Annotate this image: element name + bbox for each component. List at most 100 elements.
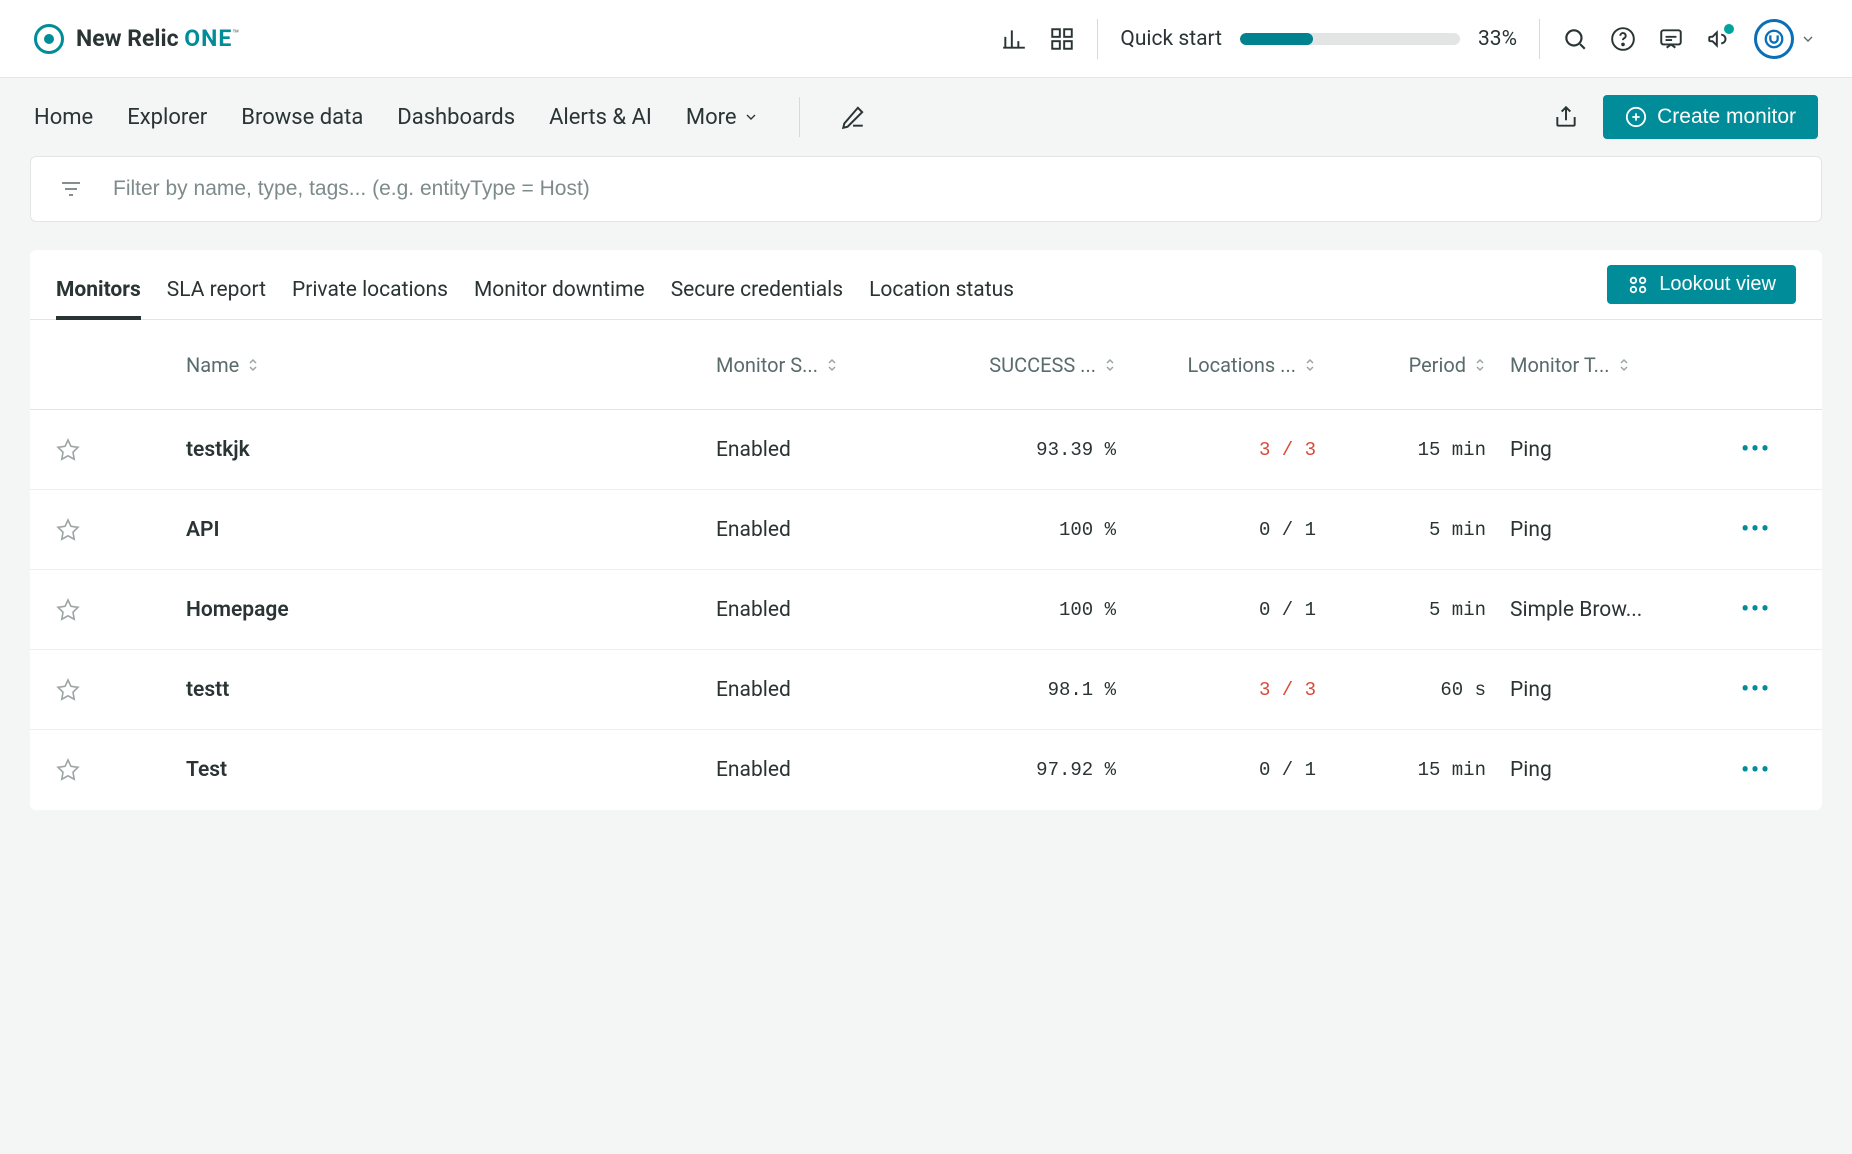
progress-text: 33% — [1478, 27, 1517, 51]
logo-text: New Relic ONE™ — [76, 25, 239, 52]
sort-icon — [247, 358, 259, 372]
monitor-period: 15 min — [1316, 759, 1486, 781]
monitor-name[interactable]: Homepage — [186, 598, 716, 622]
tab-sla-report[interactable]: SLA report — [167, 278, 266, 320]
monitor-name[interactable]: testkjk — [186, 438, 716, 462]
grid-icon[interactable] — [1049, 26, 1075, 52]
th-period[interactable]: Period — [1316, 353, 1486, 377]
sort-icon — [1104, 358, 1116, 372]
table-row[interactable]: API Enabled 100 % 0 / 1 5 min Ping ••• — [30, 490, 1822, 570]
monitor-locations: 0 / 1 — [1116, 519, 1316, 541]
tab-private-locations[interactable]: Private locations — [292, 278, 448, 320]
progress-fill — [1240, 33, 1313, 45]
monitor-status: Enabled — [716, 438, 916, 462]
logo-suffix: ONE — [184, 25, 232, 52]
monitor-name[interactable]: Test — [186, 758, 716, 782]
monitor-locations: 0 / 1 — [1116, 759, 1316, 781]
help-icon[interactable] — [1610, 26, 1636, 52]
monitors-card: Monitors SLA report Private locations Mo… — [30, 250, 1822, 810]
favorite-star-icon[interactable] — [56, 598, 136, 622]
monitor-type: Ping — [1486, 678, 1706, 702]
th-locations[interactable]: Locations ... — [1116, 353, 1316, 377]
row-actions-button[interactable]: ••• — [1706, 517, 1806, 542]
tab-location-status[interactable]: Location status — [869, 278, 1014, 320]
chevron-down-icon — [743, 109, 759, 125]
monitor-success: 100 % — [916, 519, 1116, 541]
lookout-view-button[interactable]: Lookout view — [1607, 265, 1796, 304]
search-icon[interactable] — [1562, 26, 1588, 52]
th-name[interactable]: Name — [186, 353, 716, 377]
monitor-success: 98.1 % — [916, 679, 1116, 701]
table-row[interactable]: Test Enabled 97.92 % 0 / 1 15 min Ping •… — [30, 730, 1822, 810]
table-row[interactable]: testt Enabled 98.1 % 3 / 3 60 s Ping ••• — [30, 650, 1822, 730]
announce-icon[interactable] — [1706, 26, 1732, 52]
table-row[interactable]: testkjk Enabled 93.39 % 3 / 3 15 min Pin… — [30, 410, 1822, 490]
lookout-label: Lookout view — [1659, 273, 1776, 296]
monitor-type: Ping — [1486, 518, 1706, 542]
nav-alerts-ai[interactable]: Alerts & AI — [549, 105, 652, 130]
filter-icon — [59, 177, 83, 201]
favorite-star-icon[interactable] — [56, 438, 136, 462]
logo-brand: New Relic — [76, 25, 179, 52]
create-monitor-button[interactable]: Create monitor — [1603, 95, 1818, 139]
th-type[interactable]: Monitor T... — [1486, 353, 1706, 377]
monitor-name[interactable]: API — [186, 518, 716, 542]
notification-dot-icon — [1724, 24, 1734, 34]
nav-more[interactable]: More — [686, 105, 759, 130]
nav-dashboards[interactable]: Dashboards — [397, 105, 515, 130]
th-success[interactable]: SUCCESS ... — [916, 353, 1116, 377]
logo-tm: ™ — [232, 27, 239, 40]
sort-icon — [826, 358, 838, 372]
table-header: Name Monitor S... SUCCESS ... Locations … — [30, 320, 1822, 410]
feedback-icon[interactable] — [1658, 26, 1684, 52]
monitor-locations: 3 / 3 — [1116, 439, 1316, 461]
chart-icon[interactable] — [1001, 26, 1027, 52]
monitor-status: Enabled — [716, 518, 916, 542]
monitor-status: Enabled — [716, 678, 916, 702]
filter-input[interactable] — [113, 177, 1793, 201]
monitor-name[interactable]: testt — [186, 678, 716, 702]
favorite-star-icon[interactable] — [56, 678, 136, 702]
monitor-type: Ping — [1486, 438, 1706, 462]
user-menu-chevron-icon[interactable] — [1800, 31, 1816, 47]
row-actions-button[interactable]: ••• — [1706, 758, 1806, 783]
tab-monitors[interactable]: Monitors — [56, 278, 141, 320]
th-status[interactable]: Monitor S... — [716, 353, 916, 377]
monitor-success: 97.92 % — [916, 759, 1116, 781]
tab-monitor-downtime[interactable]: Monitor downtime — [474, 278, 645, 320]
share-icon[interactable] — [1553, 104, 1579, 130]
nav-home[interactable]: Home — [34, 105, 93, 130]
monitor-status: Enabled — [716, 758, 916, 782]
monitors-table: Name Monitor S... SUCCESS ... Locations … — [30, 320, 1822, 810]
monitor-type: Ping — [1486, 758, 1706, 782]
monitor-locations: 3 / 3 — [1116, 679, 1316, 701]
monitor-success: 100 % — [916, 599, 1116, 621]
favorite-star-icon[interactable] — [56, 518, 136, 542]
monitor-locations: 0 / 1 — [1116, 599, 1316, 621]
user-avatar[interactable] — [1754, 19, 1794, 59]
edit-icon[interactable] — [840, 104, 866, 130]
progress-bar — [1240, 33, 1460, 45]
row-actions-button[interactable]: ••• — [1706, 677, 1806, 702]
monitor-success: 93.39 % — [916, 439, 1116, 461]
row-actions-button[interactable]: ••• — [1706, 597, 1806, 622]
topbar-right: Quick start 33% — [1001, 19, 1816, 59]
monitor-period: 60 s — [1316, 679, 1486, 701]
monitor-period: 5 min — [1316, 599, 1486, 621]
nav-more-label: More — [686, 105, 737, 130]
sort-icon — [1304, 358, 1316, 372]
tab-secure-credentials[interactable]: Secure credentials — [671, 278, 843, 320]
table-row[interactable]: Homepage Enabled 100 % 0 / 1 5 min Simpl… — [30, 570, 1822, 650]
quick-start-label: Quick start — [1120, 27, 1222, 51]
monitor-type: Simple Brow... — [1486, 598, 1706, 622]
divider — [1539, 19, 1540, 59]
nav-browse-data[interactable]: Browse data — [241, 105, 363, 130]
quick-start[interactable]: Quick start 33% — [1120, 27, 1517, 51]
nav-explorer[interactable]: Explorer — [127, 105, 207, 130]
row-actions-button[interactable]: ••• — [1706, 437, 1806, 462]
sort-icon — [1474, 358, 1486, 372]
nav-row: Home Explorer Browse data Dashboards Ale… — [0, 78, 1852, 156]
logo[interactable]: New Relic ONE™ — [34, 24, 239, 54]
create-monitor-label: Create monitor — [1657, 105, 1796, 129]
favorite-star-icon[interactable] — [56, 758, 136, 782]
